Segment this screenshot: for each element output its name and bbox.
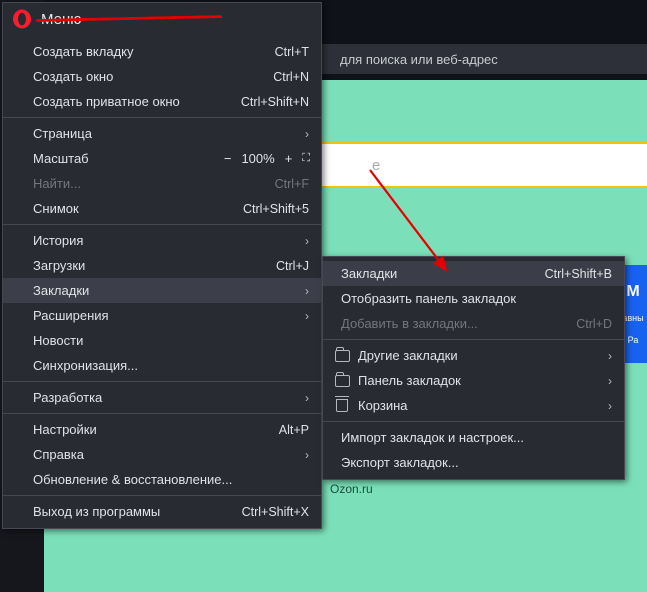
main-menu: Меню Создать вкладку Ctrl+T Создать окно… [2, 2, 322, 529]
menu-item-accel: Ctrl+D [576, 317, 612, 331]
chevron-right-icon: › [608, 374, 612, 388]
menu-news[interactable]: Новости [3, 328, 321, 353]
menu-separator [3, 413, 321, 414]
menu-settings[interactable]: Настройки Alt+P [3, 417, 321, 442]
menu-item-label: Масштаб [33, 151, 224, 166]
side-widget-letter: M [626, 283, 639, 301]
menu-update-restore[interactable]: Обновление & восстановление... [3, 467, 321, 492]
menu-help[interactable]: Справка › [3, 442, 321, 467]
chevron-right-icon: › [305, 127, 309, 141]
menu-find: Найти... Ctrl+F [3, 171, 321, 196]
menu-item-accel: Ctrl+J [276, 259, 309, 273]
menu-item-label: Страница [33, 126, 297, 141]
address-placeholder: для поиска или веб-адрес [340, 52, 498, 67]
zoom-controls: − 100% + ⛶ [224, 151, 309, 166]
chevron-right-icon: › [305, 234, 309, 248]
opera-logo-icon [13, 10, 31, 29]
menu-item-label: Создать окно [33, 69, 273, 84]
menu-separator [3, 381, 321, 382]
menu-item-label: Панель закладок [358, 373, 600, 388]
menu-header: Меню [3, 3, 321, 39]
menu-page[interactable]: Страница › [3, 121, 321, 146]
chevron-right-icon: › [305, 391, 309, 405]
submenu-trash[interactable]: Корзина › [323, 393, 624, 418]
menu-item-label: Снимок [33, 201, 243, 216]
menu-item-label: Найти... [33, 176, 275, 191]
menu-separator [3, 117, 321, 118]
menu-sync[interactable]: Синхронизация... [3, 353, 321, 378]
menu-new-window[interactable]: Создать окно Ctrl+N [3, 64, 321, 89]
menu-separator [3, 495, 321, 496]
menu-item-label: Создать приватное окно [33, 94, 241, 109]
submenu-bookmarks[interactable]: Закладки Ctrl+Shift+B [323, 261, 624, 286]
menu-history[interactable]: История › [3, 228, 321, 253]
menu-item-label: Настройки [33, 422, 279, 437]
submenu-export-bookmarks[interactable]: Экспорт закладок... [323, 450, 624, 475]
menu-item-label: Синхронизация... [33, 358, 309, 373]
menu-item-accel: Ctrl+Shift+B [545, 267, 612, 281]
menu-item-accel: Ctrl+T [275, 45, 309, 59]
submenu-show-bookmarks-bar[interactable]: Отобразить панель закладок [323, 286, 624, 311]
menu-downloads[interactable]: Загрузки Ctrl+J [3, 253, 321, 278]
menu-item-accel: Ctrl+F [275, 177, 309, 191]
side-widget-sub: авны [622, 313, 643, 323]
menu-item-label: Закладки [33, 283, 297, 298]
menu-extensions[interactable]: Расширения › [3, 303, 321, 328]
menu-item-accel: Ctrl+Shift+X [242, 505, 309, 519]
menu-item-label: Загрузки [33, 258, 276, 273]
bookmarks-submenu: Закладки Ctrl+Shift+B Отобразить панель … [322, 256, 625, 480]
menu-separator [323, 421, 624, 422]
menu-item-label: Выход из программы [33, 504, 242, 519]
chevron-right-icon: › [305, 448, 309, 462]
menu-new-tab[interactable]: Создать вкладку Ctrl+T [3, 39, 321, 64]
menu-item-label: Справка [33, 447, 297, 462]
menu-item-label: Обновление & восстановление... [33, 472, 309, 487]
chevron-right-icon: › [305, 309, 309, 323]
menu-separator [323, 339, 624, 340]
menu-title: Меню [41, 11, 82, 28]
menu-item-label: Экспорт закладок... [341, 455, 612, 470]
menu-item-label: Создать вкладку [33, 44, 275, 59]
menu-item-accel: Ctrl+Shift+N [241, 95, 309, 109]
chevron-right-icon: › [608, 349, 612, 363]
menu-item-label: Расширения [33, 308, 297, 323]
menu-item-accel: Ctrl+N [273, 70, 309, 84]
menu-new-private-window[interactable]: Создать приватное окно Ctrl+Shift+N [3, 89, 321, 114]
trash-icon [336, 399, 348, 412]
chevron-right-icon: › [305, 284, 309, 298]
search-hint: е [372, 157, 380, 174]
menu-item-label: Отобразить панель закладок [341, 291, 612, 306]
tile-label: Ozon.ru [330, 482, 373, 496]
menu-item-label: Закладки [341, 266, 545, 281]
submenu-add-bookmark: Добавить в закладки... Ctrl+D [323, 311, 624, 336]
side-widget-caption: Ра [628, 335, 639, 345]
menu-item-accel: Alt+P [279, 423, 309, 437]
menu-separator [3, 224, 321, 225]
menu-snapshot[interactable]: Снимок Ctrl+Shift+5 [3, 196, 321, 221]
submenu-bookmarks-panel[interactable]: Панель закладок › [323, 368, 624, 393]
zoom-value: 100% [241, 151, 274, 166]
zoom-out-button[interactable]: − [224, 151, 232, 166]
fullscreen-icon[interactable]: ⛶ [302, 152, 309, 165]
submenu-import-bookmarks[interactable]: Импорт закладок и настроек... [323, 425, 624, 450]
zoom-in-button[interactable]: + [285, 151, 293, 166]
menu-item-label: Другие закладки [358, 348, 600, 363]
menu-dev[interactable]: Разработка › [3, 385, 321, 410]
menu-exit[interactable]: Выход из программы Ctrl+Shift+X [3, 499, 321, 524]
menu-item-label: Разработка [33, 390, 297, 405]
folder-icon [335, 350, 350, 362]
menu-item-label: Добавить в закладки... [341, 316, 576, 331]
menu-item-label: Новости [33, 333, 309, 348]
menu-item-label: Корзина [358, 398, 600, 413]
submenu-other-bookmarks[interactable]: Другие закладки › [323, 343, 624, 368]
folder-icon [335, 375, 350, 387]
menu-item-accel: Ctrl+Shift+5 [243, 202, 309, 216]
menu-item-label: Импорт закладок и настроек... [341, 430, 612, 445]
chevron-right-icon: › [608, 399, 612, 413]
menu-bookmarks[interactable]: Закладки › [3, 278, 321, 303]
menu-zoom[interactable]: Масштаб − 100% + ⛶ [3, 146, 321, 171]
menu-item-label: История [33, 233, 297, 248]
